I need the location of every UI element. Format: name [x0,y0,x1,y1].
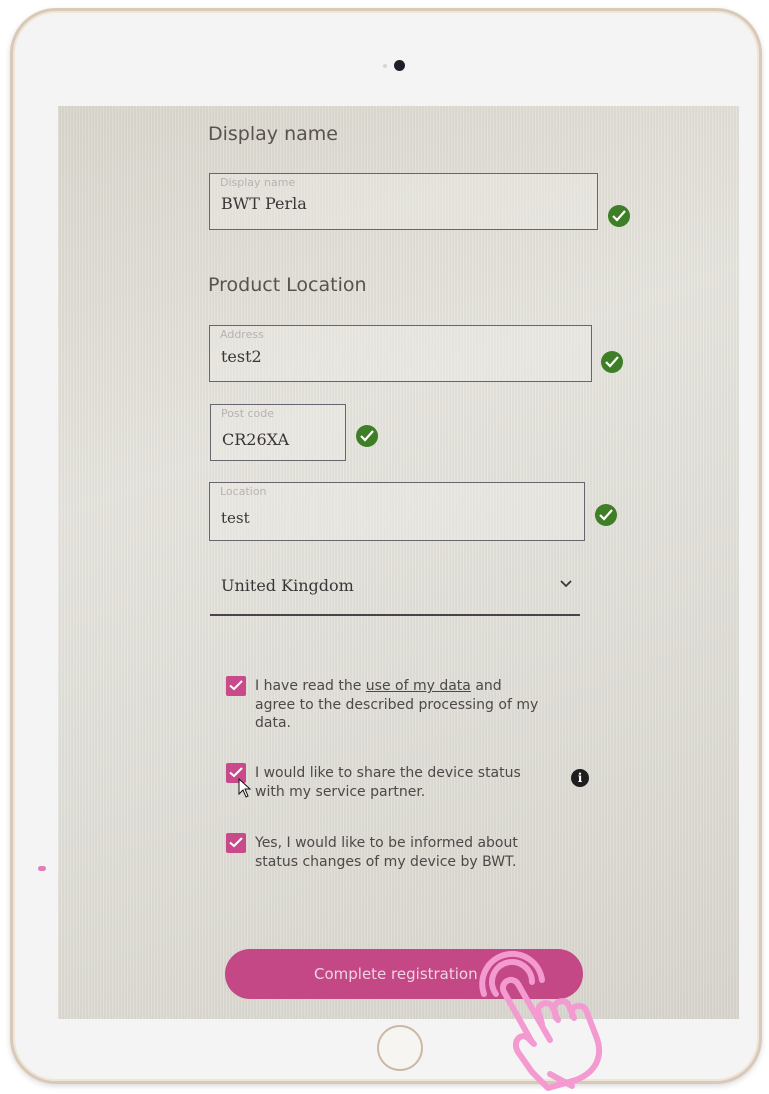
postcode-value: CR26XA [222,430,290,449]
location-field[interactable]: Location test [209,482,585,541]
check-icon [356,425,378,447]
product-location-heading: Product Location [208,274,367,296]
display-name-heading: Display name [208,123,338,145]
home-button[interactable] [377,1025,423,1071]
postcode-field[interactable]: Post code CR26XA [210,404,346,461]
check-icon [601,351,623,373]
check-icon [608,205,630,227]
postcode-label: Post code [221,407,275,420]
checkbox-status-notify[interactable] [226,833,246,853]
location-value: test [221,509,250,527]
screen: Display name Display name BWT Perla Prod… [58,106,739,1019]
sensor-dot [383,64,387,68]
consent-share-status-text: I would like to share the device status … [255,765,521,800]
hand-tap-icon [479,950,603,1091]
cursor-icon [238,778,252,798]
check-icon [595,504,617,526]
country-select[interactable]: United Kingdom [210,566,580,616]
decorative-mark [38,866,46,871]
tablet-frame: Display name Display name BWT Perla Prod… [10,8,762,1084]
consent-status-notify-text: Yes, I would like to be informed about s… [255,835,518,870]
consent-data-use-text: I have read the use of my data and agree… [255,677,545,733]
info-icon[interactable]: i [571,769,589,787]
address-label: Address [220,328,264,341]
location-label: Location [220,485,267,498]
address-field[interactable]: Address test2 [209,325,592,382]
country-value: United Kingdom [221,576,354,595]
consent-text-part: I have read the [255,678,366,694]
chevron-down-icon [560,580,572,588]
checkbox-data-use[interactable] [226,676,246,696]
camera-icon [394,60,405,71]
display-name-field[interactable]: Display name BWT Perla [209,173,598,230]
address-value: test2 [221,347,262,366]
use-of-my-data-link[interactable]: use of my data [366,678,471,694]
display-name-value: BWT Perla [221,194,307,213]
display-name-label: Display name [220,176,296,189]
